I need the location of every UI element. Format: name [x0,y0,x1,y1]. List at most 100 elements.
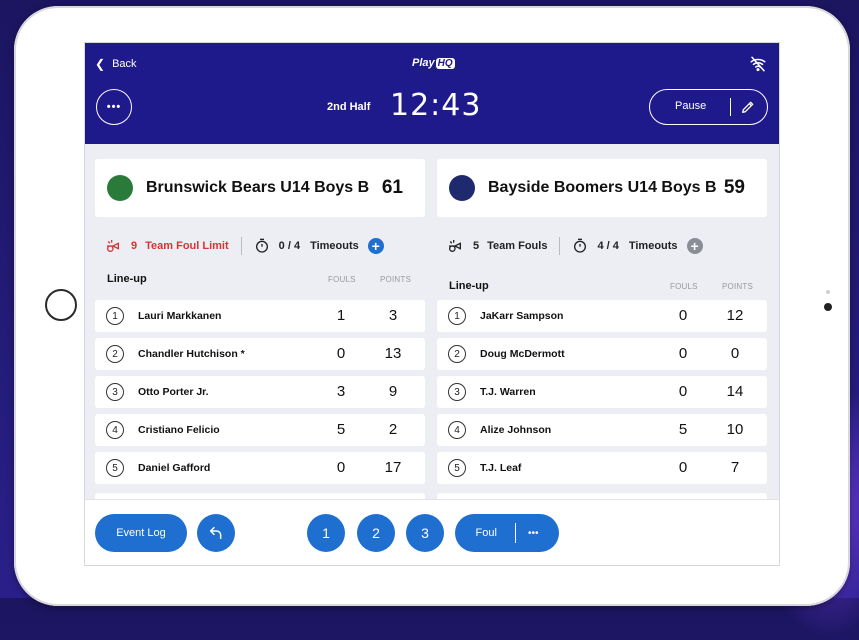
player-fouls: 0 [336,345,346,362]
player-number: 4 [106,421,124,439]
undo-icon [209,526,222,540]
away-team-logo [449,175,475,201]
home-timeouts-label: Timeouts [310,240,359,252]
divider [240,237,242,255]
player-row[interactable]: 5 T.J. Leaf 0 7 [437,452,767,484]
score-1-button[interactable]: 1 [307,514,345,552]
foul-button[interactable]: Foul ••• [455,514,559,552]
add-timeout-button[interactable]: + [686,238,703,254]
pencil-icon[interactable] [740,99,756,115]
player-fouls: 5 [336,421,346,438]
player-name: T.J. Leaf [480,462,522,474]
player-number: 3 [106,383,124,401]
app-screen: ❮ Back Play HQ ••• 2nd Half 12:43 Pause … [84,42,780,566]
score-2-button[interactable]: 2 [357,514,395,552]
player-name: Alize Johnson [480,424,552,436]
back-label: Back [112,58,137,70]
home-team-name: Brunswick Bears U14 Boys B [146,179,370,196]
player-row[interactable]: 1 JaKarr Sampson 0 12 [437,300,767,332]
pause-button[interactable]: Pause [649,89,768,125]
game-header: ❮ Back Play HQ ••• 2nd Half 12:43 Pause [85,43,779,144]
add-timeout-button[interactable]: + [367,238,384,254]
stopwatch-icon [255,238,268,253]
player-fouls: 5 [678,421,688,438]
player-row[interactable]: 5 Daniel Gafford 0 17 [95,452,425,484]
player-number: 3 [448,383,466,401]
player-name: Doug McDermott [480,348,565,360]
away-timeouts-label: Timeouts [628,240,678,252]
score-3-label: 3 [421,525,429,541]
player-row[interactable]: 1 Lauri Markkanen 1 3 [95,300,425,332]
player-name: Lauri Markkanen [138,310,222,322]
game-clock: 12:43 [390,88,482,123]
player-row[interactable]: 2 Chandler Hutchison * 0 13 [95,338,425,370]
foul-more-icon[interactable]: ••• [528,528,539,539]
player-points: 12 [726,307,744,324]
player-fouls: 0 [678,383,688,400]
home-timeouts-value: 0 / 4 [278,240,301,252]
wifi-off-icon[interactable] [749,55,767,73]
stopwatch-icon [574,238,587,253]
home-fouls-col: FOULS [328,275,356,284]
camera [824,303,832,311]
whistle-icon [107,240,119,252]
player-points: 7 [730,459,740,476]
away-team-score: 59 [723,177,745,198]
home-team-score: 61 [381,177,403,198]
player-number: 2 [448,345,466,363]
event-log-button[interactable]: Event Log [95,514,187,552]
player-number: 1 [448,307,466,325]
foul-label: Foul [475,527,497,539]
player-number: 5 [448,459,466,477]
player-points: 13 [384,345,402,362]
pause-label: Pause [675,100,707,112]
away-team-fouls-label: Team Fouls [487,240,548,252]
divider [559,237,561,255]
home-team-fouls-label: Team Foul Limit [145,240,229,252]
score-2-label: 2 [372,525,380,541]
player-number: 1 [106,307,124,325]
player-row[interactable]: 4 Cristiano Felicio 5 2 [95,414,425,446]
more-options-button[interactable]: ••• [96,89,132,125]
home-team-fouls: 9 [131,240,138,252]
player-number: 4 [448,421,466,439]
away-lineup-heading: Line-up [449,280,489,292]
divider [514,523,516,543]
score-3-button[interactable]: 3 [406,514,444,552]
logo-badge: HQ [435,57,455,69]
player-points: 17 [384,459,402,476]
away-team-fouls: 5 [473,240,480,252]
player-row[interactable]: 3 Otto Porter Jr. 3 9 [95,376,425,408]
player-row[interactable]: 3 T.J. Warren 0 14 [437,376,767,408]
home-points-col: POINTS [380,275,411,284]
event-log-label: Event Log [116,527,166,539]
player-points: 2 [388,421,398,438]
away-timeouts-value: 4 / 4 [597,240,619,252]
player-fouls: 1 [336,307,346,324]
player-points: 14 [726,383,744,400]
away-fouls-col: FOULS [670,282,698,291]
player-row[interactable]: 4 Alize Johnson 5 10 [437,414,767,446]
score-1-label: 1 [322,525,330,541]
player-fouls: 0 [678,307,688,324]
playhq-logo: Play HQ [412,57,455,69]
undo-button[interactable] [197,514,235,552]
player-points: 3 [388,307,398,324]
chevron-left-icon: ❮ [95,57,106,71]
sensor [826,290,830,294]
home-lineup-heading: Line-up [107,273,147,285]
player-row[interactable]: 2 Doug McDermott 0 0 [437,338,767,370]
player-fouls: 0 [678,345,688,362]
player-name: Cristiano Felicio [138,424,220,436]
player-points: 0 [730,345,740,362]
player-number: 5 [106,459,124,477]
player-points: 10 [726,421,744,438]
player-name: T.J. Warren [480,386,536,398]
player-name: Daniel Gafford [138,462,211,474]
back-button[interactable]: ❮ Back [95,57,137,71]
player-name: JaKarr Sampson [480,310,564,322]
home-button[interactable] [45,289,77,321]
player-fouls: 0 [336,459,346,476]
player-fouls: 0 [678,459,688,476]
player-points: 9 [388,383,398,400]
